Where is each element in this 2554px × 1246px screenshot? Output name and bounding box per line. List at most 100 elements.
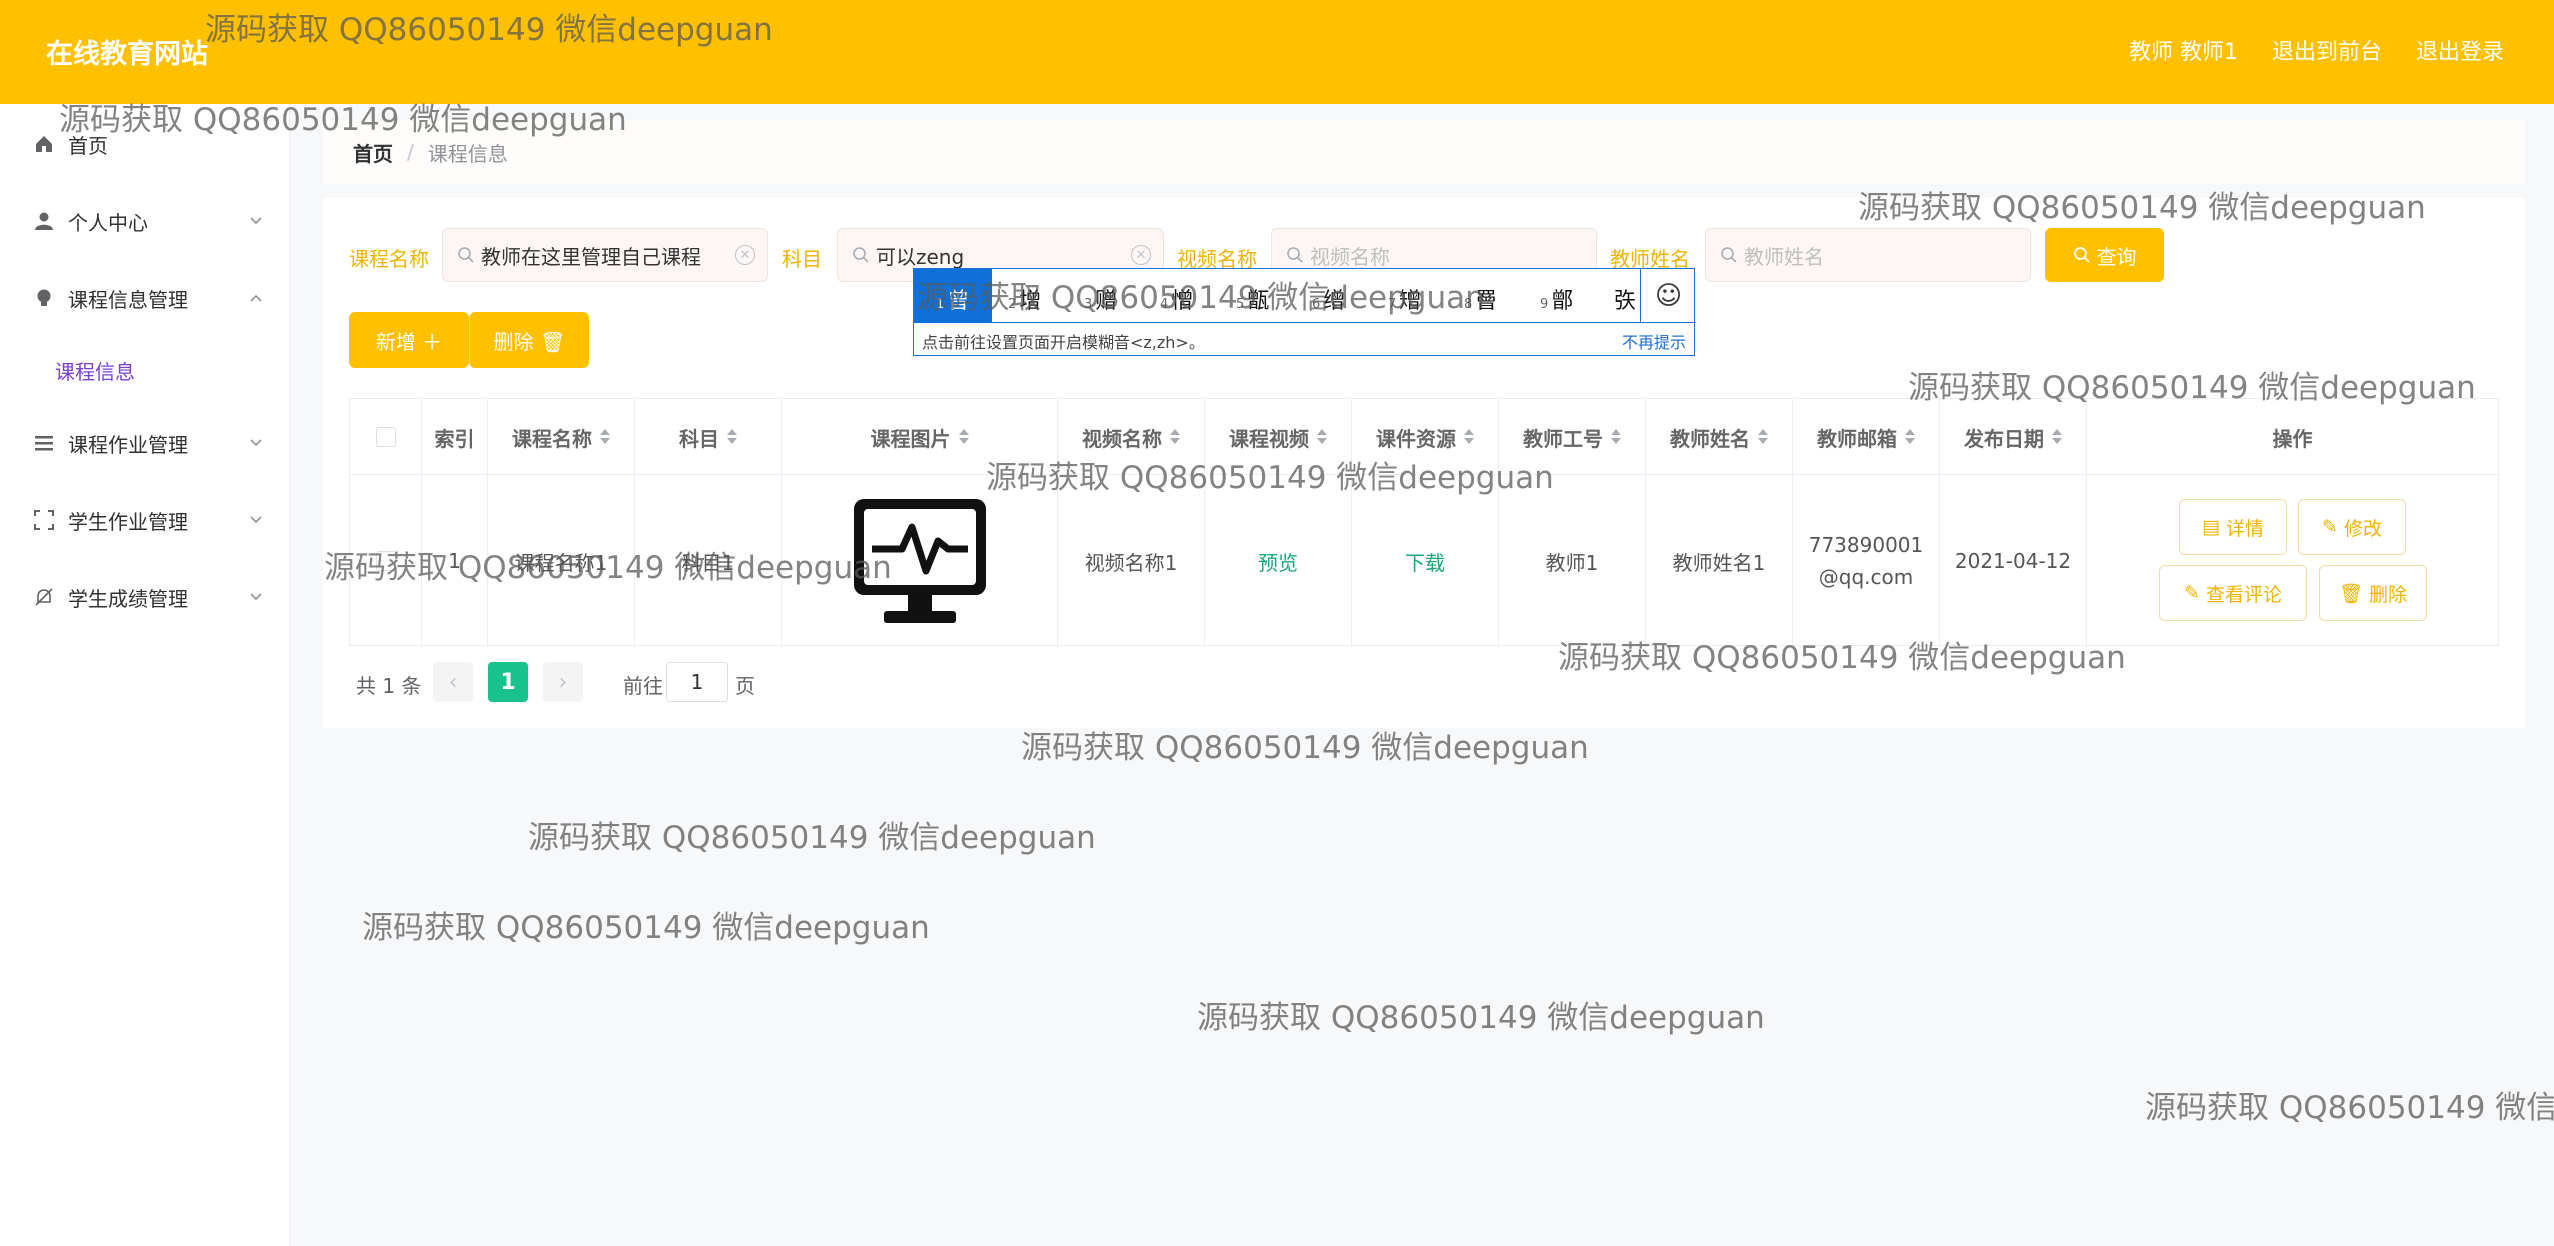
sort-icon <box>1611 429 1621 445</box>
column-header-sortable[interactable]: 教师邮箱 <box>1793 399 1940 475</box>
ime-candidate-list: 1曾 2增 3赠 4憎 5甑 6缯 7矰 8罾 9鄫 矤 ☺ <box>914 269 1696 323</box>
table-row: 1 课程名称1 科目1 视频名称1 预览 下载 教师1 教师姓名1 773890… <box>350 475 2500 647</box>
sidebar-item-label: 个人中心 <box>68 210 148 235</box>
sidebar-item-label: 首页 <box>68 133 108 158</box>
column-header-sortable[interactable]: 科目 <box>635 399 782 475</box>
emoji-icon[interactable]: ☺ <box>1640 269 1696 323</box>
search-icon <box>1287 247 1303 263</box>
sidebar-item-profile[interactable]: 个人中心 <box>0 191 290 251</box>
next-page-button[interactable]: › <box>543 662 583 702</box>
pagination-total: 共 1 条 <box>356 674 422 698</box>
ime-candidate[interactable]: 7矰 <box>1388 283 1421 315</box>
dashed-box-icon <box>32 508 56 532</box>
header-links: 教师 教师1 退出到前台 退出登录 <box>2129 34 2504 66</box>
sidebar-subitem-course-info[interactable]: 课程信息 <box>55 356 135 385</box>
cell-teacher-no: 教师1 <box>1499 475 1646 647</box>
ime-candidate[interactable]: 矤 <box>1614 283 1636 315</box>
column-header-sortable[interactable]: 教师姓名 <box>1646 399 1793 475</box>
column-header-sortable[interactable]: 视频名称 <box>1058 399 1205 475</box>
page-number-button[interactable]: 1 <box>488 662 528 702</box>
cell-course-name: 课程名称1 <box>488 475 635 647</box>
sidebar-item-student-homework[interactable]: 学生作业管理 <box>0 490 290 550</box>
column-header-sortable[interactable]: 课件资源 <box>1352 399 1499 475</box>
ime-candidate[interactable]: 3赠 <box>1084 283 1117 315</box>
course-name-input[interactable]: 教师在这里管理自己课程 ✕ <box>442 228 768 282</box>
column-header-sortable[interactable]: 课程名称 <box>488 399 635 475</box>
add-button[interactable]: 新增 ＋ <box>349 312 469 368</box>
preview-link[interactable]: 预览 <box>1258 547 1298 576</box>
column-header-sortable[interactable]: 课程图片 <box>782 399 1058 475</box>
bulb-icon <box>32 286 56 310</box>
ime-candidate-popup: 1曾 2增 3赠 4憎 5甑 6缯 7矰 8罾 9鄫 矤 ☺ 点击前往设置页面开… <box>913 268 1696 356</box>
back-to-front-link[interactable]: 退出到前台 <box>2272 34 2382 66</box>
sidebar-item-course-homework[interactable]: 课程作业管理 <box>0 413 290 473</box>
search-icon <box>458 247 474 263</box>
ime-hint-text[interactable]: 点击前往设置页面开启模糊音<z,zh>。 <box>922 329 1205 353</box>
ime-candidate[interactable]: 2增 <box>1008 283 1041 315</box>
table-header-row: 索引 课程名称 科目 课程图片 视频名称 课程视频 课件资源 教师工号 教师姓名… <box>350 399 2500 475</box>
cell-operations: ▤ 详情 ✎ 修改 ✎ 查看评论 🗑 删除 <box>2087 475 2498 647</box>
top-header: 在线教育网站 教师 教师1 退出到前台 退出登录 <box>0 0 2554 104</box>
sidebar-item-student-grades[interactable]: 学生成绩管理 <box>0 567 290 627</box>
watermark-text: 源码获取 QQ86050149 微信deepguan <box>1197 1000 1765 1036</box>
download-link[interactable]: 下载 <box>1405 547 1445 576</box>
breadcrumb: 首页 / 课程信息 <box>323 120 2525 184</box>
cell-course-image <box>782 475 1058 647</box>
page-unit-label: 页 <box>735 674 755 698</box>
chevron-down-icon <box>250 439 262 447</box>
ime-candidate[interactable]: 9鄫 <box>1540 283 1573 315</box>
list-icon <box>32 431 56 455</box>
goto-page-input[interactable]: 1 <box>666 662 728 702</box>
delete-selected-button[interactable]: 删除 🗑 <box>469 312 589 368</box>
sort-icon <box>1464 429 1474 445</box>
ime-dismiss-link[interactable]: 不再提示 <box>1622 329 1686 353</box>
sort-icon <box>2052 429 2062 445</box>
bell-off-icon <box>32 585 56 609</box>
teacher-name-input[interactable]: 教师姓名 <box>1705 228 2031 282</box>
search-icon <box>1721 247 1737 263</box>
column-header-sortable[interactable]: 教师工号 <box>1499 399 1646 475</box>
home-icon <box>32 132 56 156</box>
edit-button[interactable]: ✎ 修改 <box>2298 499 2406 555</box>
search-button[interactable]: 查询 <box>2045 228 2164 282</box>
ime-candidate[interactable]: 1曾 <box>936 283 969 315</box>
sidebar-item-label: 学生成绩管理 <box>68 586 188 611</box>
trash-icon: 🗑 <box>2338 582 2364 605</box>
cell-teacher-name: 教师姓名1 <box>1646 475 1793 647</box>
ime-candidate[interactable]: 5甑 <box>1236 283 1269 315</box>
cell-subject: 科目1 <box>635 475 782 647</box>
row-select-cell[interactable] <box>350 475 422 647</box>
ime-candidate[interactable]: 8罾 <box>1464 283 1497 315</box>
sidebar-item-home[interactable]: 首页 <box>0 114 290 174</box>
course-name-value: 教师在这里管理自己课程 <box>481 244 701 269</box>
select-all-cell[interactable] <box>350 399 422 475</box>
ime-candidate[interactable]: 6缯 <box>1312 283 1345 315</box>
breadcrumb-current: 课程信息 <box>427 141 508 166</box>
cell-video-name: 视频名称1 <box>1058 475 1205 647</box>
column-header-sortable[interactable]: 课程视频 <box>1205 399 1352 475</box>
view-comments-button[interactable]: ✎ 查看评论 <box>2159 565 2307 621</box>
row-delete-button[interactable]: 🗑 删除 <box>2319 565 2427 621</box>
logout-link[interactable]: 退出登录 <box>2416 34 2504 66</box>
breadcrumb-home[interactable]: 首页 <box>353 138 393 167</box>
detail-button[interactable]: ▤ 详情 <box>2179 499 2287 555</box>
clear-icon[interactable]: ✕ <box>735 245 755 265</box>
ime-candidate[interactable]: 4憎 <box>1160 283 1193 315</box>
watermark-text: 源码获取 QQ86050149 微信d <box>2145 1090 2554 1126</box>
sort-icon <box>958 429 969 445</box>
sidebar-item-course-info[interactable]: 课程信息管理 <box>0 268 290 328</box>
clear-icon[interactable]: ✕ <box>1131 245 1151 265</box>
edit-icon: ✎ <box>2184 582 2200 604</box>
select-all-checkbox[interactable] <box>375 427 396 447</box>
monitor-pulse-icon[interactable] <box>850 495 990 627</box>
search-icon <box>853 247 869 263</box>
prev-page-button[interactable]: ‹ <box>433 662 473 702</box>
column-header-sortable[interactable]: 发布日期 <box>1940 399 2087 475</box>
column-header: 操作 <box>2272 426 2313 451</box>
sort-icon <box>1317 429 1327 445</box>
edit-icon: ✎ <box>2322 516 2338 538</box>
column-header: 索引 <box>422 399 488 475</box>
video-name-placeholder: 视频名称 <box>1310 244 1390 269</box>
row-checkbox[interactable] <box>375 551 396 571</box>
current-user-label[interactable]: 教师 教师1 <box>2129 34 2238 66</box>
